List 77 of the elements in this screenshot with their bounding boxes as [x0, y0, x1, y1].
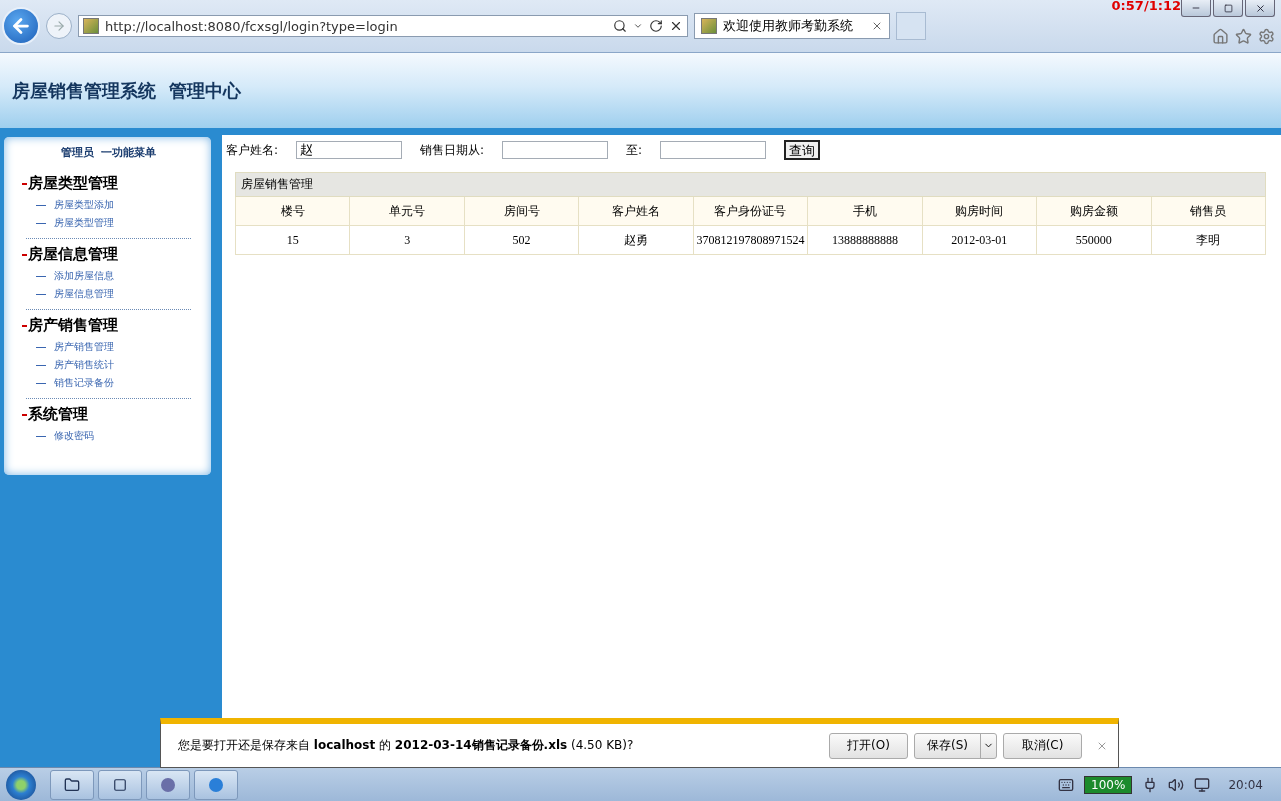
close-button[interactable] [1245, 0, 1275, 17]
recording-timer: 0:57/1:12 [1111, 0, 1181, 13]
table-cell: 502 [464, 225, 579, 255]
clock: 20:04 [1228, 777, 1263, 792]
menu-link[interactable]: 修改密码 [26, 427, 191, 445]
folder-icon[interactable] [64, 776, 80, 793]
folder-taskbar-button[interactable] [50, 769, 94, 800]
download-button[interactable]: 取消(C) [1003, 732, 1082, 759]
close-icon[interactable] [871, 20, 883, 32]
window-icon[interactable] [113, 777, 127, 792]
field-label: 至: [626, 141, 643, 159]
input-field[interactable] [502, 141, 609, 159]
settings-icon[interactable] [1258, 27, 1275, 45]
table-cell: 3 [349, 225, 465, 255]
table-cell: 李明 [1151, 225, 1266, 255]
app-taskbar-button[interactable] [98, 769, 142, 800]
page-icon [701, 18, 717, 34]
browser-taskbar-button[interactable] [194, 769, 238, 800]
dropdown-icon[interactable] [633, 21, 643, 31]
table-cell: 15 [235, 225, 350, 255]
app-taskbar-button[interactable] [146, 769, 190, 800]
download-message: 您是要打开还是保存来自 localhost 的 2012-03-14销售记录备份.xls (4.50 KB)? [178, 737, 635, 754]
table-cell: 13888888888 [807, 225, 923, 255]
volume-icon[interactable] [1168, 776, 1185, 793]
home-icon[interactable] [1212, 27, 1229, 45]
menu-link[interactable]: 销售记录备份 [26, 374, 191, 392]
table-cell: 370812197808971524 [693, 225, 808, 255]
close-icon[interactable] [1254, 2, 1266, 14]
column-header: 手机 [807, 196, 923, 226]
column-header: 房间号 [464, 196, 579, 226]
menu-group-title[interactable]: 房屋类型管理 [22, 174, 191, 193]
download-button[interactable]: 打开(O) [829, 732, 908, 759]
maximize-icon[interactable] [1223, 3, 1233, 13]
menu-link[interactable]: 房屋信息管理 [26, 285, 191, 303]
browser-tab[interactable]: 欢迎使用教师考勤系统 [694, 13, 890, 39]
menu-link[interactable]: 房产销售管理 [26, 338, 191, 356]
column-header: 客户身份证号 [693, 196, 808, 226]
input-field[interactable]: 赵 [296, 141, 403, 159]
minimize-button[interactable] [1181, 0, 1211, 17]
column-header: 楼号 [235, 196, 350, 226]
close-icon[interactable] [669, 19, 683, 33]
field-label: 销售日期从: [420, 141, 485, 159]
column-header: 销售员 [1151, 196, 1266, 226]
refresh-icon[interactable] [649, 19, 663, 33]
menu-group-title[interactable]: 房屋信息管理 [22, 245, 191, 264]
menu-link[interactable]: 房屋类型管理 [26, 214, 191, 232]
menu-group-title[interactable]: 房产销售管理 [22, 316, 191, 335]
column-header: 购房时间 [922, 196, 1037, 226]
menu-link[interactable]: 房屋类型添加 [26, 196, 191, 214]
back-button[interactable] [2, 7, 40, 45]
star-icon[interactable] [1235, 27, 1252, 45]
table-cell: 赵勇 [578, 225, 694, 255]
field-label: 客户姓名: [226, 141, 279, 159]
table-cell: 2012-03-01 [922, 225, 1037, 255]
system-title: 房屋销售管理系统 管理中心 [12, 78, 241, 103]
table-caption: 房屋销售管理 [235, 172, 1266, 197]
page-icon [83, 18, 99, 34]
menu-group-title[interactable]: 系统管理 [22, 405, 191, 424]
keyboard-icon[interactable] [1058, 776, 1075, 793]
maximize-button[interactable] [1213, 0, 1243, 17]
column-header: 单元号 [349, 196, 465, 226]
column-header: 客户姓名 [578, 196, 694, 226]
query-button[interactable]: 查询 [784, 140, 821, 160]
battery-indicator: 100% [1084, 775, 1133, 794]
search-icon[interactable] [613, 19, 627, 33]
start-button[interactable] [6, 769, 36, 800]
download-button[interactable]: 保存(S) [914, 732, 997, 759]
table-cell: 550000 [1036, 225, 1151, 255]
menu-link[interactable]: 房产销售统计 [26, 356, 191, 374]
app-icon[interactable] [161, 777, 175, 792]
column-header: 购房金额 [1036, 196, 1151, 226]
menu-heading: 管理员 一功能菜单 [59, 145, 158, 160]
menu-link[interactable]: 添加房屋信息 [26, 267, 191, 285]
input-field[interactable] [660, 141, 767, 159]
address-bar[interactable]: http://localhost:8080/fcxsgl/login?type=login [78, 15, 688, 37]
browser-icon[interactable] [209, 777, 223, 792]
monitor-icon[interactable] [1194, 776, 1211, 793]
